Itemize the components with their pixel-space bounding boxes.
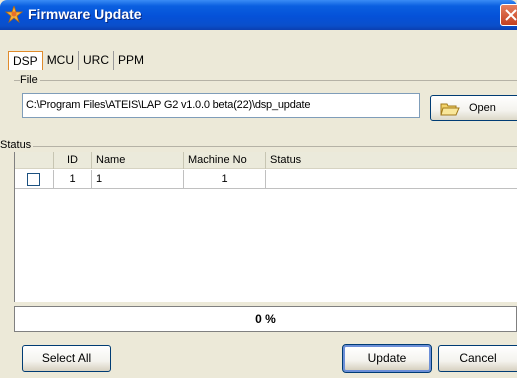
column-header-status[interactable]: Status <box>266 152 517 169</box>
title-bar[interactable]: Firmware Update <box>0 0 517 30</box>
window-title: Firmware Update <box>28 6 142 22</box>
tab-urc[interactable]: URC <box>79 51 115 70</box>
tab-bar: DSP MCU URC PPM <box>8 51 149 70</box>
tab-dsp[interactable]: DSP <box>8 51 43 70</box>
open-button-label: Open <box>469 102 496 114</box>
column-header-id[interactable]: ID <box>54 152 92 169</box>
machine-no-cell: 1 <box>184 170 266 189</box>
cancel-button[interactable]: Cancel <box>438 345 517 372</box>
tab-ppm[interactable]: PPM <box>114 51 149 70</box>
update-button[interactable]: Update <box>342 344 432 373</box>
open-button[interactable]: Open <box>430 95 517 121</box>
status-cell <box>266 170 517 189</box>
update-progress-bar: 0 % <box>14 306 517 332</box>
status-group-label: Status <box>0 139 34 151</box>
app-star-icon <box>4 4 24 24</box>
file-group-label: File <box>20 74 40 86</box>
id-cell: 1 <box>54 170 92 189</box>
select-cell <box>15 170 54 189</box>
select-all-button[interactable]: Select All <box>22 345 111 372</box>
firmware-update-window: Firmware Update DSP MCU URC PPM File C:\… <box>0 0 517 378</box>
close-icon <box>505 9 517 21</box>
column-header-select[interactable] <box>15 152 54 169</box>
folder-open-icon <box>440 102 460 119</box>
file-path-field[interactable]: C:\Program Files\ATEIS\LAP G2 v1.0.0 bet… <box>22 93 420 118</box>
progress-text: 0 % <box>255 312 276 326</box>
name-cell: 1 <box>92 170 184 189</box>
column-header-machine-no[interactable]: Machine No <box>184 152 266 169</box>
status-group-line <box>0 146 517 147</box>
close-button[interactable] <box>500 4 517 26</box>
row-checkbox[interactable] <box>27 173 40 186</box>
file-group-line <box>14 80 517 81</box>
table-header: ID Name Machine No Status <box>15 152 517 169</box>
tab-mcu[interactable]: MCU <box>42 51 80 70</box>
device-table: ID Name Machine No Status 1 1 1 <box>14 152 517 302</box>
column-header-name[interactable]: Name <box>92 152 184 169</box>
table-row[interactable]: 1 1 1 <box>15 170 517 189</box>
